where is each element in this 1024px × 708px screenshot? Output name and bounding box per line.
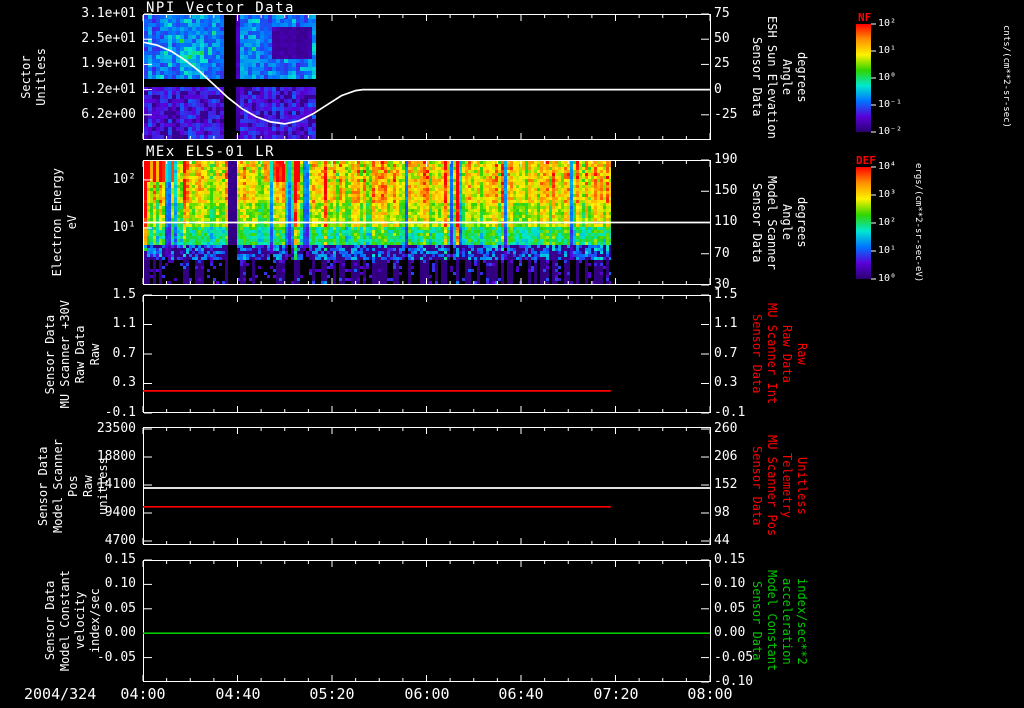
y-tick-label: 18800 <box>96 449 136 464</box>
y-tick-label: 1.1 <box>714 316 738 331</box>
y-tick-label: 0.15 <box>104 552 136 567</box>
colorbar-tick-label: 10⁻² <box>878 126 903 137</box>
colorbar-tick-label: 10⁻¹ <box>878 99 903 110</box>
nf-colorbar-unit-label: cnts/(cm**2-sr-sec) <box>998 14 1014 138</box>
colorbar-tick-label: 10² <box>878 18 897 29</box>
y-tick-label: 0.7 <box>714 346 738 361</box>
y-tick-label: -25 <box>714 107 738 122</box>
y-tick-label: 98 <box>714 505 730 520</box>
y-tick-label: 0.3 <box>714 375 738 390</box>
colorbar-gradient <box>856 24 871 132</box>
y-tick-label: 0.05 <box>104 601 136 616</box>
y-tick-label: 0.10 <box>104 576 136 591</box>
x-tick-label: 04:00 <box>120 685 166 703</box>
y-tick-label: 150 <box>714 183 738 198</box>
sector-axis-label-text: Sector Unitless <box>19 48 48 106</box>
x-tick-label: 06:00 <box>404 685 450 703</box>
y-tick-label: 110 <box>714 214 738 229</box>
y-tick-label: 1.1 <box>112 316 136 331</box>
y-tick-label: 0.15 <box>714 552 746 567</box>
y-tick-label: 14100 <box>96 477 136 492</box>
sector-spectrogram-canvas <box>144 15 316 139</box>
def-colorbar-unit-label: ergs/(cm**2-sr-sec-eV) <box>910 160 926 286</box>
y-tick-label: 190 <box>714 152 738 167</box>
x-tick-label: 06:40 <box>498 685 544 703</box>
panel2-title: MEx ELS-01 LR <box>146 144 276 160</box>
y-tick-label: -0.1 <box>104 405 136 420</box>
y-tick-label: 44 <box>714 533 730 548</box>
y-tick-label: 0.05 <box>714 601 746 616</box>
y-tick-label: 0.00 <box>714 625 746 640</box>
def-colorbar-unit-text: ergs/(cm**2-sr-sec-eV) <box>913 163 923 283</box>
y-tick-label: 1.9e+01 <box>81 56 136 71</box>
y-tick-label: 3.1e+01 <box>81 6 136 21</box>
y-tick-label: 25 <box>714 56 730 71</box>
y-tick-label: 0.7 <box>112 346 136 361</box>
y-tick-label: -0.05 <box>96 650 136 665</box>
panel1-title: NPI Vector Data <box>146 0 295 16</box>
x-tick-label: 04:40 <box>215 685 261 703</box>
y-tick-label: 10¹ <box>112 220 136 235</box>
x-tick-label: 05:20 <box>309 685 355 703</box>
y-tick-label: 0.00 <box>104 625 136 640</box>
y-tick-label: 10² <box>112 172 136 187</box>
y-tick-label: 0.10 <box>714 576 746 591</box>
y-tick-label: 50 <box>714 31 730 46</box>
y-tick-label: 152 <box>714 477 738 492</box>
y-tick-label: -0.1 <box>714 405 746 420</box>
y-tick-label: -0.05 <box>714 650 754 665</box>
els-spectrogram-canvas <box>144 161 611 284</box>
colorbar-gradient <box>856 167 871 279</box>
colorbar-tick-label: 10⁰ <box>878 72 897 83</box>
y-tick-label: 23500 <box>96 421 136 436</box>
y-tick-label: 1.2e+01 <box>81 82 136 97</box>
y-tick-label: 206 <box>714 449 738 464</box>
colorbar-tick-label: 10¹ <box>878 45 897 56</box>
y-tick-label: 260 <box>714 421 738 436</box>
y-tick-label: 0.3 <box>112 375 136 390</box>
y-tick-label: 2.5e+01 <box>81 31 136 46</box>
y-tick-label: 1.5 <box>112 287 136 302</box>
y-tick-label: 0 <box>714 82 722 97</box>
nf-colorbar-title: NF <box>858 11 872 24</box>
y-tick-label: 9400 <box>104 505 136 520</box>
plot-screen: NPI Vector Data MEx ELS-01 LR Sector Uni… <box>0 0 1024 708</box>
y-tick-label: 1.5 <box>714 287 738 302</box>
y-tick-label: 75 <box>714 6 730 21</box>
x-tick-label: 08:00 <box>687 685 733 703</box>
sector-axis-label: Sector Unitless <box>16 14 52 140</box>
y-tick-label: 6.2e+00 <box>81 107 136 122</box>
y-tick-label: 4700 <box>104 533 136 548</box>
x-tick-label: 07:20 <box>593 685 639 703</box>
def-colorbar-title: DEF <box>856 154 876 167</box>
y-tick-label: 70 <box>714 246 730 261</box>
nf-colorbar-unit-text: cnts/(cm**2-sr-sec) <box>1001 24 1011 128</box>
